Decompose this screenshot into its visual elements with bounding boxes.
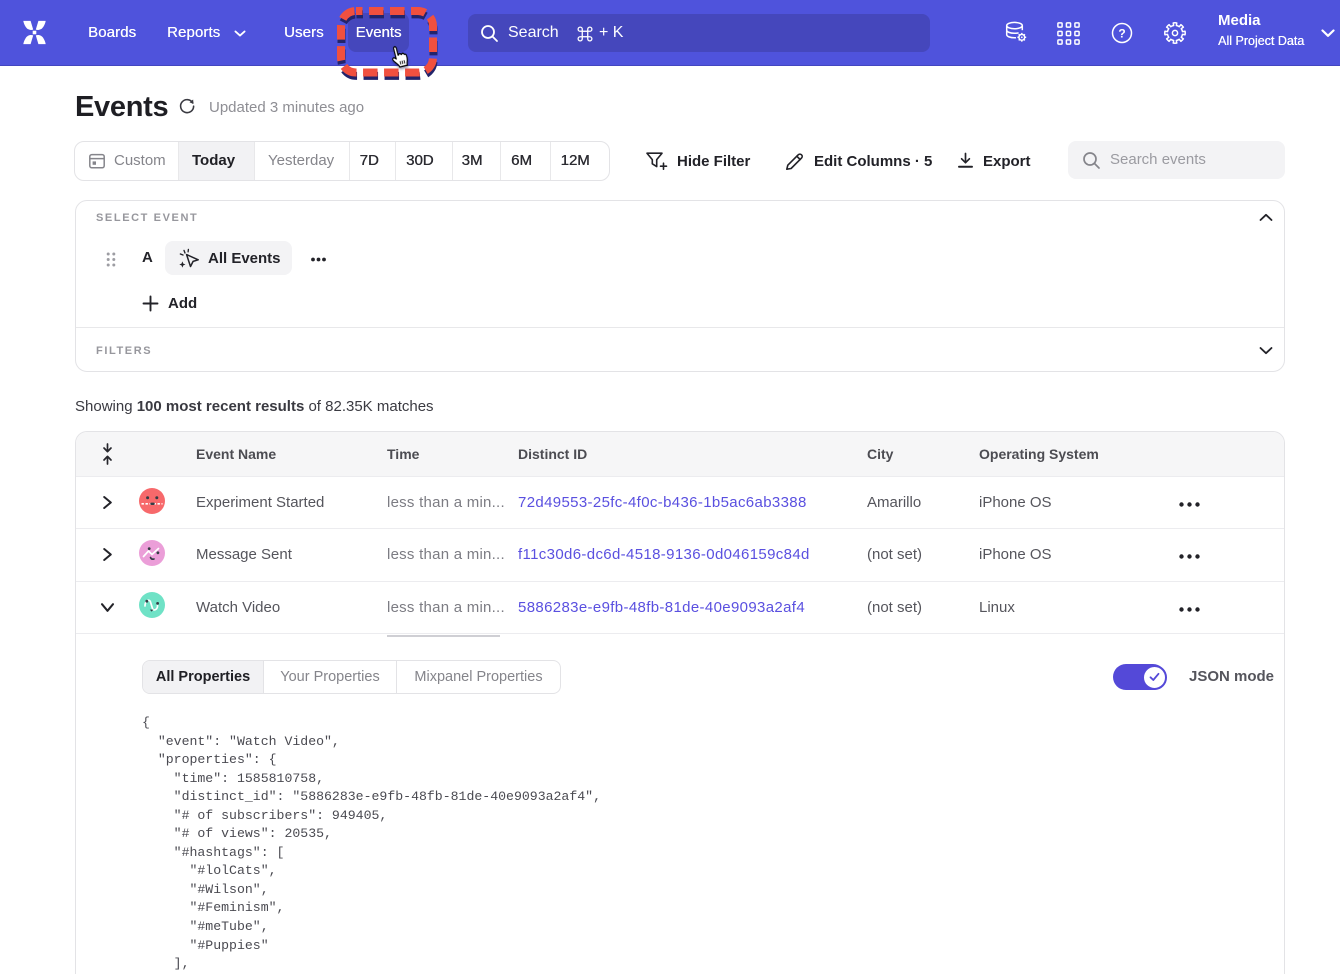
svg-text:?: ?	[1118, 27, 1125, 41]
